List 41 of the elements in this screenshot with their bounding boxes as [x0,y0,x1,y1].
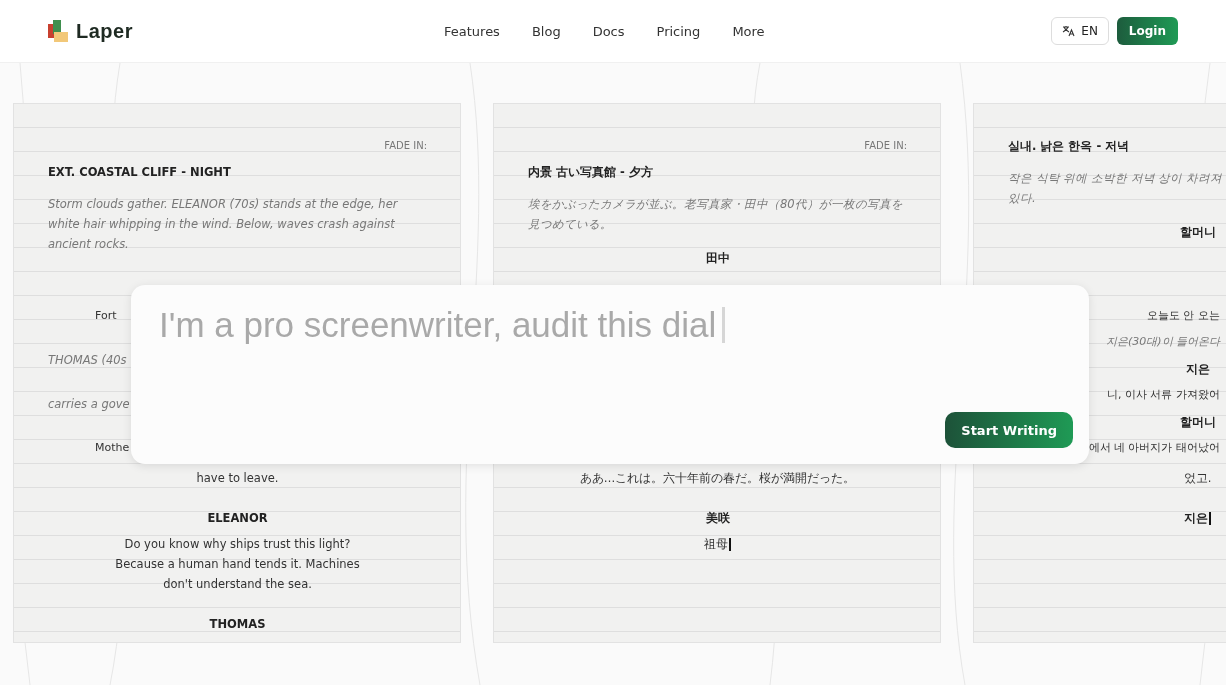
dialogue-text: 에서 네 아버지가 태어났어 [1088,440,1220,454]
action-text: carries a gove [48,397,130,411]
scene-heading: 실내. 낡은 한옥 - 저녁 [1008,139,1130,153]
dialogue-text: Mothe [95,441,130,454]
translate-icon [1062,25,1076,37]
login-button[interactable]: Login [1116,17,1178,45]
action-text: THOMAS (40s [48,353,127,367]
action-text: 작은 식탁 위에 소박한 저녁 상이 차려져 [1008,171,1222,185]
character-name: ELEANOR [207,511,268,525]
transition-text: FADE IN: [384,140,427,151]
start-writing-button[interactable]: Start Writing [945,412,1073,448]
character-name: THOMAS [209,617,266,631]
character-name: 田中 [705,251,730,265]
dialogue-text: Do you know why ships trust this light? Because a human hand tends it. Machines don't understand the sea. [115,537,360,591]
character-name: 할머니 [1179,225,1216,239]
dialogue-text: 었고. [1183,471,1212,485]
character-name: 지은 [1184,511,1208,525]
dialogue-text: ああ…これは。六十年前の春だ。桜が満開だった。 [579,471,856,485]
dialogue-text: Fort [95,309,117,322]
action-text: 있다. [1008,191,1036,205]
nav-link[interactable]: Features [428,23,516,39]
character-name: 지은 [1185,361,1210,376]
action-text: Storm clouds gather. ELEANOR (70s) stands at the edge, her white hair whipping in the wind. Below, waves crash against ancient rocks. [48,197,398,251]
logo-icon [48,20,70,42]
action-text: 지은(30대)이 들어온다 [1105,335,1220,349]
action-text: 埃をかぶったカメラが並ぶ。老写真家・田中（80代）が一枚の写真を見つめている。 [528,197,903,231]
dialogue-text: 니, 이사 서류 가져왔어 [1107,388,1220,402]
nav-link[interactable]: Blog [515,23,577,39]
character-name: 美咲 [705,511,730,525]
scene-heading: EXT. COASTAL CLIFF - NIGHT [48,165,231,179]
nav-link[interactable]: Pricing [640,23,717,39]
dialogue-text: 오늘도 안 오는 [1147,309,1220,322]
language-button[interactable]: EN [1051,17,1109,45]
dialogue-text: have to leave. [196,471,279,485]
scene-heading: 内景 古い写真館 - 夕方 [528,165,653,179]
logo-link[interactable]: Laper [48,19,388,43]
dialogue-text: 祖母 [704,537,728,551]
nav-link[interactable]: More [716,23,781,39]
nav-link[interactable]: Docs [576,23,641,39]
transition-text: FADE IN: [864,140,907,151]
character-name: 할머니 [1179,414,1216,429]
